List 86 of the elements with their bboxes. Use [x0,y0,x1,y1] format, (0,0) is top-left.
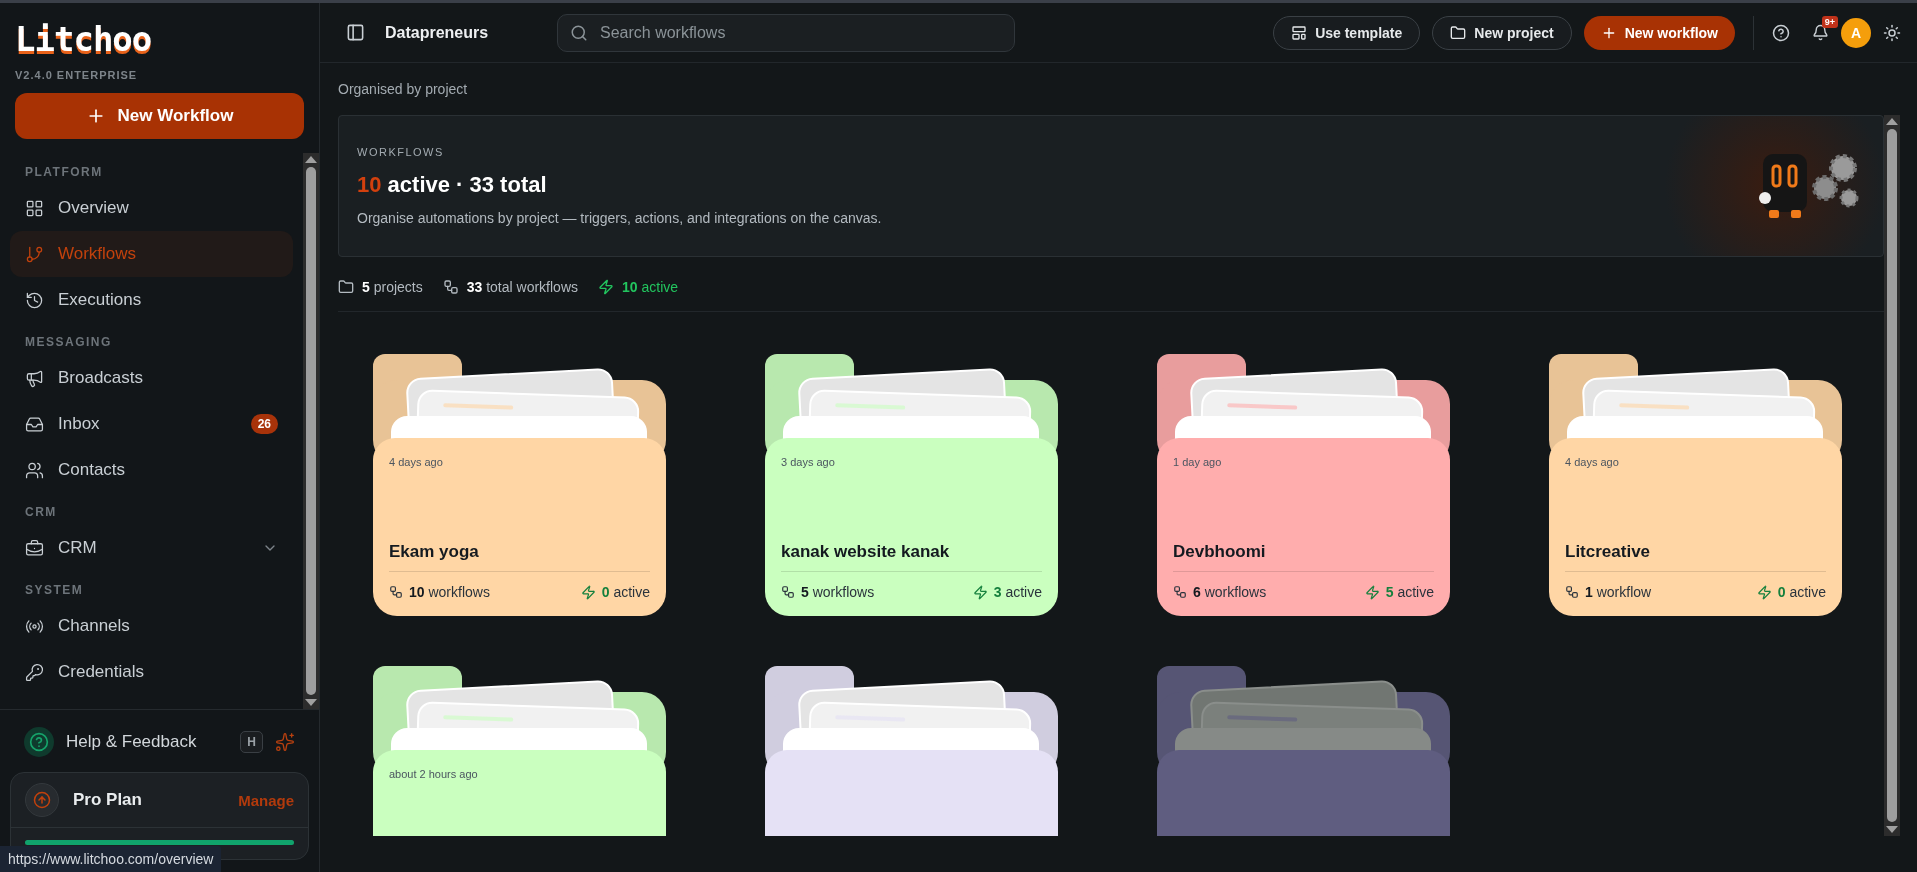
sidebar-toggle-icon[interactable] [346,23,365,42]
upgrade-icon [25,783,59,817]
section-heading: SYSTEM [24,582,85,599]
workflow-count: 6 workflows [1193,584,1267,600]
help-link[interactable]: Help & Feedback [66,732,197,752]
hero-heading: 10 active · 33 total [357,172,547,198]
version-label: V2.4.0 ENTERPRISE [15,69,138,81]
lightning-icon [598,279,614,295]
logo[interactable]: Litchoo [15,19,152,59]
section-heading: PLATFORM [24,164,104,181]
nav-icon [25,244,44,264]
workflow-count: 5 workflows [801,584,875,600]
workflow-icon [389,585,403,599]
new-workflow-button[interactable]: New Workflow [15,93,304,139]
active-count: 0 active [601,584,650,600]
nav-item[interactable]: Contacts [10,447,293,493]
nav-item[interactable]: Credentials [10,649,293,695]
help-icon[interactable] [1772,23,1790,42]
nav-icon [25,368,44,388]
stat-text: 33 total workflows [466,279,578,295]
search-field[interactable]: Search workflows [557,13,1015,52]
nav-item[interactable]: Broadcasts [10,355,293,401]
sparkle-icon[interactable] [275,732,295,752]
lightning-icon [1756,584,1772,600]
workflow-icon [1565,585,1579,599]
nav-item[interactable]: Inbox 26 [10,401,293,447]
nav-item[interactable]: CRM [10,525,293,571]
nav-icon [25,538,44,558]
search-input[interactable]: Search workflows [598,22,1002,43]
workflow-count: 10 workflows [409,584,490,600]
notification-badge: 9+ [1821,16,1838,28]
sun-icon[interactable] [1883,23,1901,42]
folder-card[interactable]: 1 day ago Devbhoomi 6 workflows 5 active [1157,438,1450,616]
project-name: Litcreative [1565,542,1651,562]
scrollbar[interactable] [303,153,319,709]
workspace-name: Datapreneurs [385,23,490,42]
plan-name: Pro Plan [73,790,142,810]
shortcut-key: H [240,731,263,753]
scrollbar[interactable] [1884,115,1900,836]
folder-icon [1450,24,1467,41]
active-count: 0 active [1777,584,1826,600]
new-workflow-button[interactable]: New workflow [1583,15,1735,50]
bell-icon[interactable] [1812,24,1829,41]
help-icon[interactable] [24,727,54,757]
page-subtitle: Organised by project [337,80,469,99]
count-badge: 26 [250,414,278,434]
lightning-icon [972,584,988,600]
project-name: Ekam yoga [389,542,479,562]
active-count: 5 active [1385,584,1434,600]
search-icon [570,23,588,42]
workflow-icon [442,279,459,295]
folder-card[interactable]: about 2 hours ago [373,750,666,836]
nav-icon [25,460,44,480]
project-name: Devbhoomi [1173,542,1266,562]
link-url-tooltip: https://www.litchoo.com/overview [0,846,222,872]
folder-card[interactable]: 4 days ago Ekam yoga 10 workflows 0 active [373,438,666,616]
nav-icon [25,198,44,218]
workflow-icon [781,585,795,599]
updated-time: about 2 hours ago [389,768,478,780]
nav-item[interactable]: Executions [10,277,293,323]
nav-item[interactable]: Overview [10,185,293,231]
workflow-icon [1173,585,1187,599]
use-template-button[interactable]: Use template [1273,15,1421,50]
section-heading: CRM [24,504,58,521]
updated-time: 1 day ago [1173,456,1222,468]
stat-text: 10 active [622,279,679,295]
updated-time: 4 days ago [389,456,443,468]
template-icon [1291,24,1308,41]
folder-card[interactable]: 4 days ago Litcreative 1 workflow 0 active [1549,438,1842,616]
workflow-count: 1 workflow [1585,584,1652,600]
folder-card[interactable]: 3 days ago kanak website kanak 5 workflows 3 active [765,438,1058,616]
lightning-icon [580,584,596,600]
nav-icon [25,662,44,682]
nav-icon [25,290,44,310]
nav-item[interactable]: Channels [10,603,293,649]
lightning-icon [1364,584,1380,600]
section-heading: MESSAGING [24,334,113,351]
new-project-button[interactable]: New project [1432,15,1572,50]
project-name: kanak website kanak [781,542,950,562]
hero-description: Organise automations by project — triggers, actions, and integrations on the canvas. [357,210,882,226]
stat-text: 5 projects [362,279,423,295]
updated-time: 3 days ago [781,456,835,468]
updated-time: 4 days ago [1565,456,1619,468]
hero-eyebrow: WORKFLOWS [357,146,444,158]
active-count: 3 active [993,584,1042,600]
folder-icon [338,279,354,295]
